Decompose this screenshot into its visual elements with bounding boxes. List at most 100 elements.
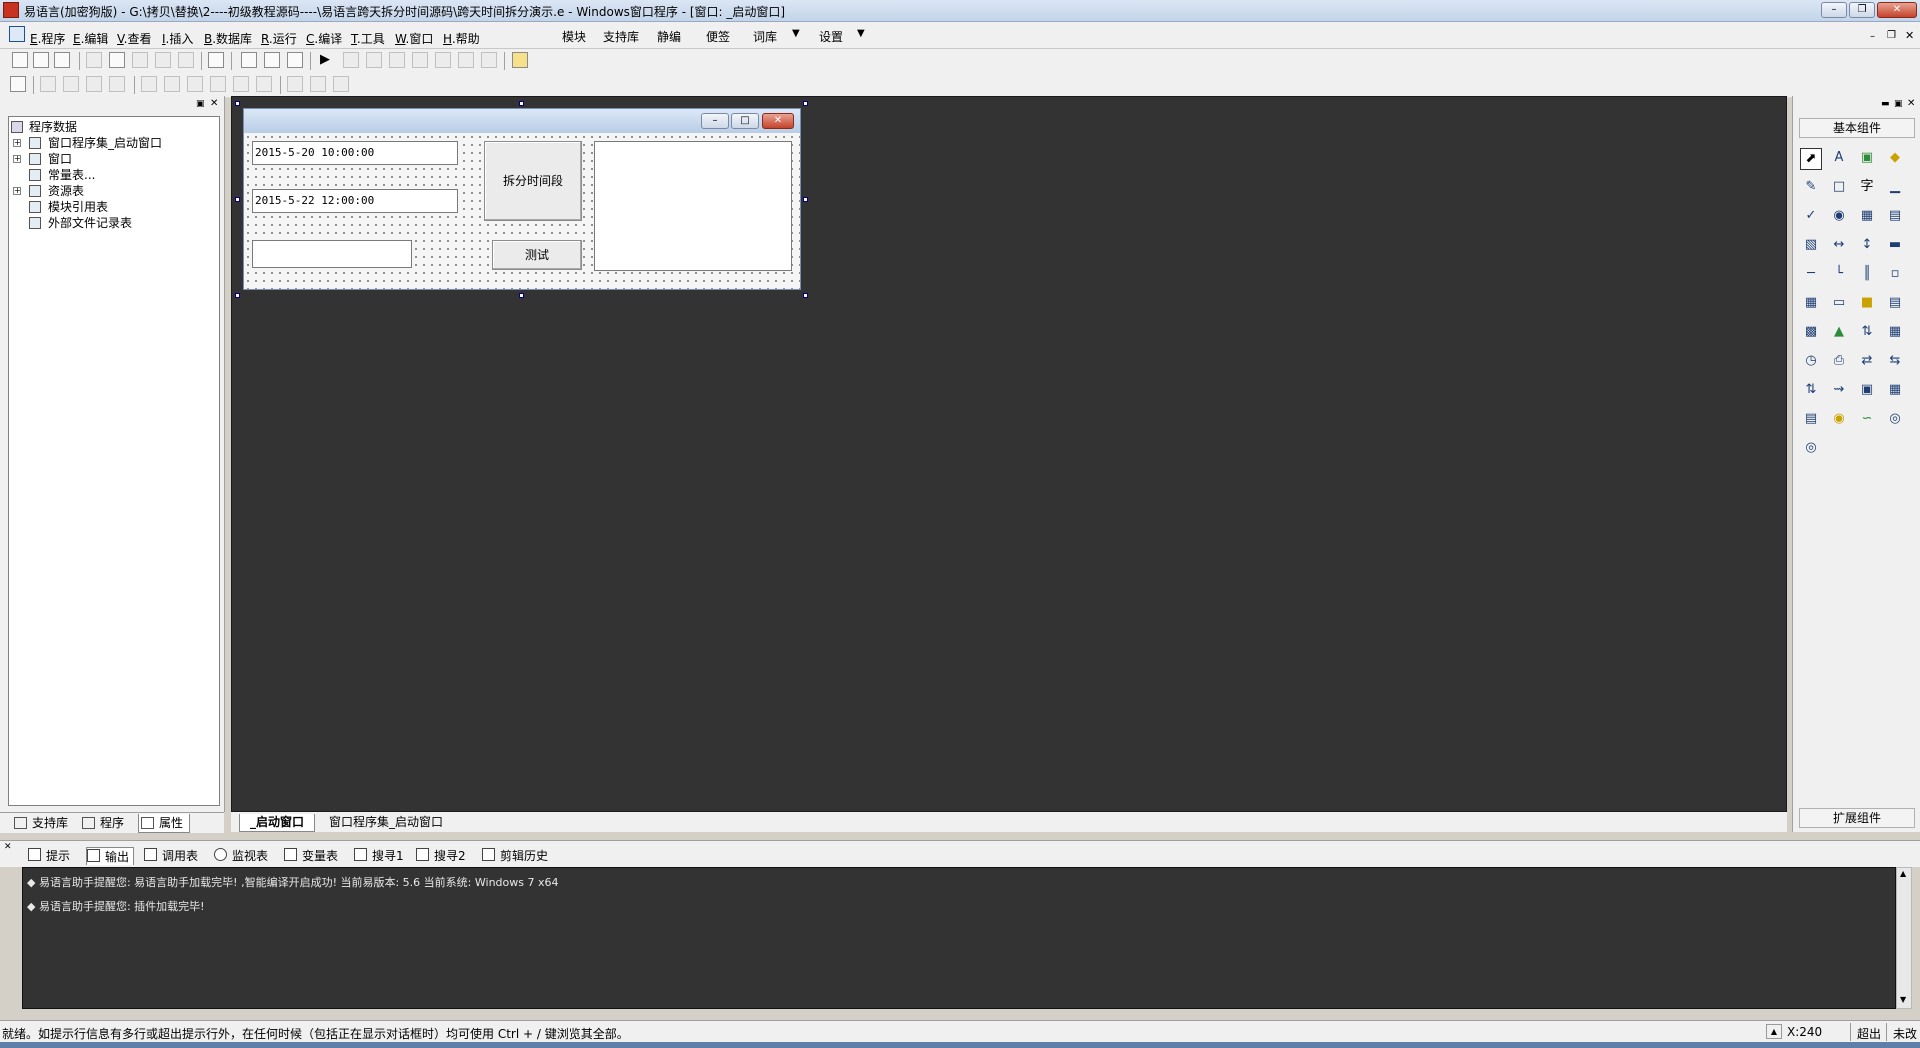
resize-handle[interactable] [235,293,240,298]
radio-icon[interactable]: ◉ [1828,206,1850,228]
checklist-icon[interactable]: ▧ [1800,235,1822,257]
rich-text-icon[interactable]: ▭ [1828,293,1850,315]
frame-icon[interactable]: ▣ [1856,380,1878,402]
menu-edit[interactable]: E.编辑 [73,30,108,47]
picture-box-icon[interactable]: ▣ [1856,148,1878,170]
layout3-icon[interactable] [287,52,303,68]
restore-button[interactable]: ❐ [1849,2,1875,18]
tab-variables[interactable]: 变量表 [284,847,338,864]
align-top-icon[interactable] [86,76,102,92]
tree-item-constants[interactable]: 常量表... [9,167,209,183]
tree-item-assembly[interactable]: + 窗口程序集_启动窗口 [9,135,209,151]
output-scrollbar[interactable]: ▲ ▼ [1896,867,1912,1009]
redo-icon[interactable] [155,52,171,68]
scroll-up-icon[interactable]: ▲ [1900,869,1906,878]
menu-support-lib[interactable]: 支持库 [603,28,639,45]
image-list-icon[interactable]: ▫ [1884,264,1906,286]
resize-handle[interactable] [803,293,808,298]
resize-handle[interactable] [235,101,240,106]
tab-tips[interactable]: 提示 [28,847,70,864]
stop-icon[interactable] [343,52,359,68]
menu-window[interactable]: W.窗口 [395,30,433,47]
resize-handle[interactable] [519,101,524,106]
grid-component-icon[interactable]: ▦ [1884,322,1906,344]
network-server-icon[interactable]: ⇆ [1884,351,1906,373]
expand-icon[interactable]: + [13,155,21,163]
odbc-source-icon[interactable]: ◎ [1800,438,1822,460]
tab-watch-table[interactable]: 监视表 [214,847,268,864]
menu-program[interactable]: E.程序 [30,30,65,47]
network-client-icon[interactable]: ⇄ [1856,351,1878,373]
menu-run[interactable]: R.运行 [261,30,297,47]
slider-icon[interactable]: ─ [1800,264,1822,286]
panel-close-icon[interactable]: ✕ [210,98,218,109]
expand-icon[interactable]: + [13,139,21,147]
panel-close-icon[interactable]: ✕ [1907,98,1915,109]
chart-icon[interactable]: ∽ [1856,409,1878,431]
tab-search1[interactable]: 搜寻1 [354,847,404,864]
hand-icon[interactable] [481,52,497,68]
align-left-icon[interactable] [40,76,56,92]
tree-item-window[interactable]: + 窗口 [9,151,209,167]
vscrollbar-icon[interactable]: ↕ [1856,235,1878,257]
menu-tools[interactable]: T.工具 [351,30,385,47]
align-right-icon[interactable] [63,76,79,92]
menu-settings[interactable]: 设置 [819,28,843,45]
tab-call-table[interactable]: 调用表 [144,847,198,864]
open-file-icon[interactable] [33,52,49,68]
size-v-icon[interactable] [310,76,326,92]
tab-program[interactable]: 程序 [80,814,124,832]
resize-handle[interactable] [235,197,240,202]
step-out-icon[interactable] [412,52,428,68]
table-icon[interactable]: ▦ [1884,380,1906,402]
tree-root[interactable]: 程序数据 [9,119,209,135]
scroll-down-icon[interactable]: ▼ [1900,995,1906,1004]
tab-properties[interactable]: 属性 [138,814,191,833]
shape-icon[interactable]: ◆ [1884,148,1906,170]
form-designer-window[interactable]: – □ ✕ 2015-5-20 10:00:00 2015-5-22 12:00… [243,108,801,290]
minimize-button[interactable]: – [1821,2,1847,18]
menu-notes[interactable]: 便签 [706,28,730,45]
resize-handle[interactable] [803,197,808,202]
tab-window-assembly[interactable]: 窗口程序集_启动窗口 [319,814,453,831]
scroll-up-icon[interactable]: ▲ [1766,1024,1782,1039]
drawing-board-icon[interactable]: ✎ [1800,177,1822,199]
paste-icon[interactable] [132,52,148,68]
printer-icon[interactable]: ⎙ [1828,351,1850,373]
end-time-field[interactable]: 2015-5-22 12:00:00 [252,189,458,213]
layout2-icon[interactable] [264,52,280,68]
cut-icon[interactable] [86,52,102,68]
calendar-icon[interactable]: ▦ [1800,293,1822,315]
database-icon[interactable]: ◉ [1828,409,1850,431]
extension-components-header[interactable]: 扩展组件 [1799,808,1915,828]
listbox-icon[interactable]: ▤ [1884,206,1906,228]
chevron-down-icon[interactable]: ▼ [857,28,865,39]
progressbar-icon[interactable]: ▬ [1884,235,1906,257]
menu-modules[interactable]: 模块 [562,28,586,45]
save-icon[interactable] [54,52,70,68]
doc-icon[interactable] [9,26,25,42]
tab-support-lib[interactable]: 支持库 [12,814,68,832]
run-to-cursor-icon[interactable] [458,52,474,68]
mdi-close-icon[interactable]: ✕ [1905,29,1914,42]
center-v-icon[interactable] [164,76,180,92]
spin-icon[interactable]: ⇅ [1856,322,1878,344]
step-over-icon[interactable] [435,52,451,68]
same-width-icon[interactable] [187,76,203,92]
tree-item-resources[interactable]: + 资源表 [9,183,209,199]
size-h-icon[interactable] [287,76,303,92]
combobox-icon[interactable]: ▦ [1856,206,1878,228]
size-both-icon[interactable] [333,76,349,92]
mdi-minimize-icon[interactable]: – [1870,31,1875,42]
find-icon[interactable] [208,52,224,68]
mdi-restore-icon[interactable]: ❐ [1887,30,1896,41]
tab-start-window[interactable]: _启动窗口 [239,814,316,832]
menu-help[interactable]: H.帮助 [443,30,480,47]
result-field[interactable] [252,240,412,268]
copy-icon[interactable] [109,52,125,68]
tab-search2[interactable]: 搜寻2 [416,847,466,864]
run-icon[interactable]: ▶ [320,52,330,67]
space-v-icon[interactable] [256,76,272,92]
resize-handle[interactable] [803,101,808,106]
menu-compile[interactable]: C.编译 [306,30,342,47]
